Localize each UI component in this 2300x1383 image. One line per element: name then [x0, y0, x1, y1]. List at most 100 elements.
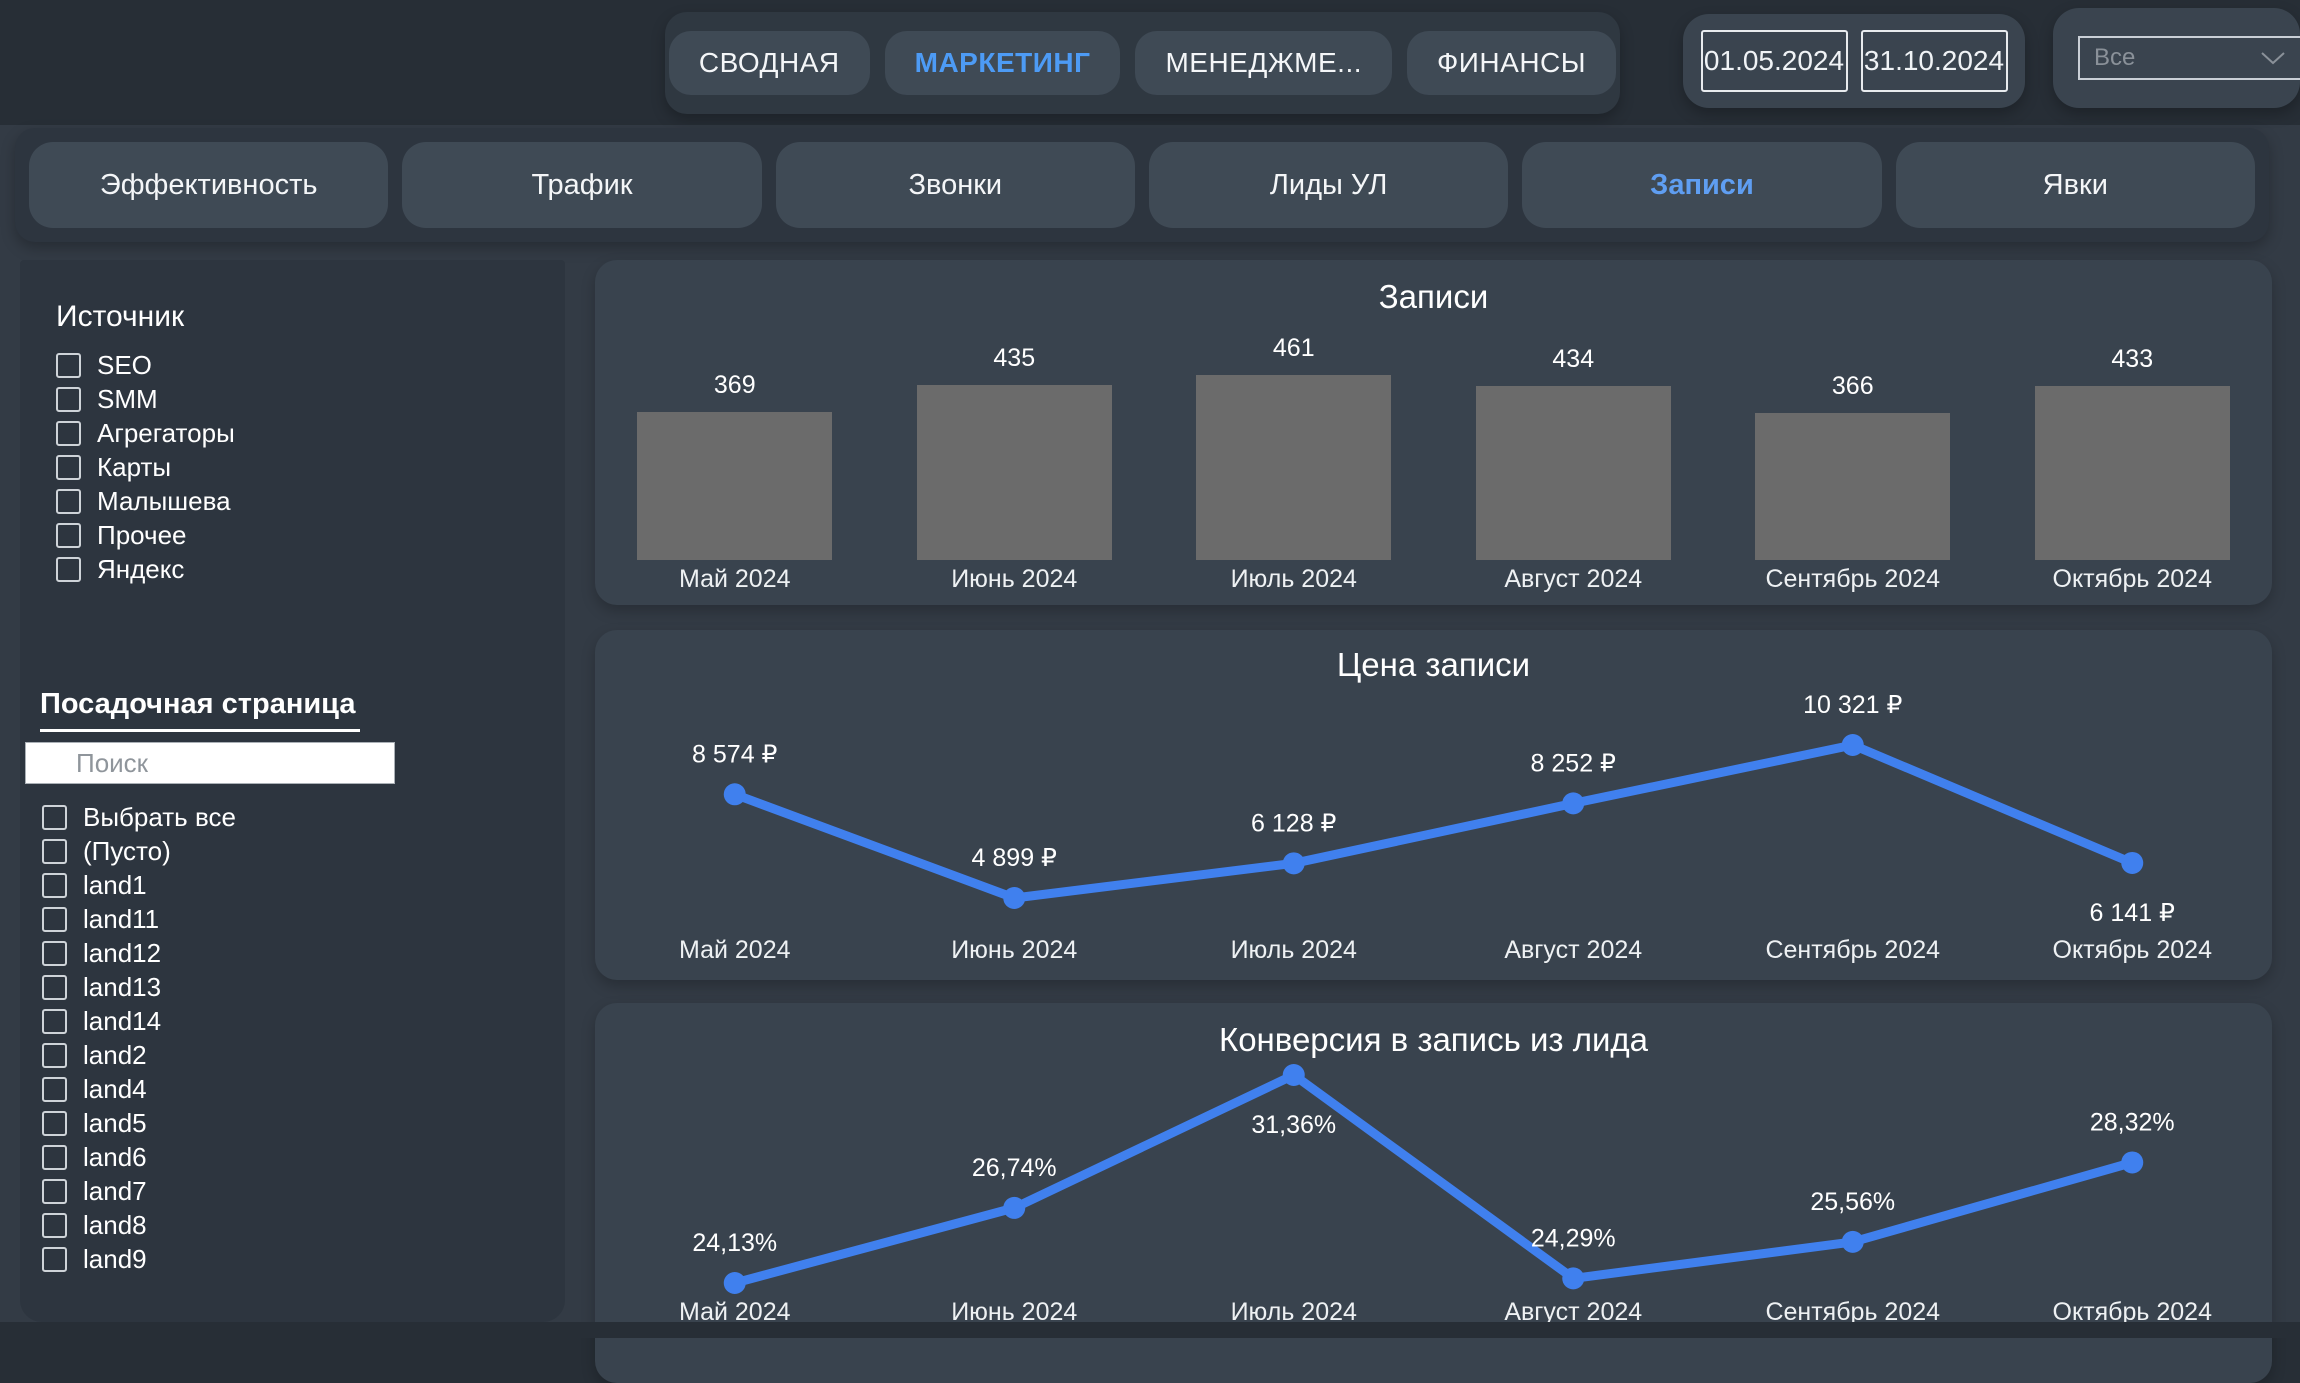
data-point[interactable]: [724, 783, 746, 805]
data-point[interactable]: [1562, 792, 1584, 814]
checkbox-label: land1: [83, 870, 147, 901]
checkbox-icon[interactable]: [42, 1077, 67, 1102]
filter-dropdown-value: Все: [2094, 44, 2135, 72]
data-point[interactable]: [2121, 1151, 2143, 1173]
x-axis-label: Июль 2024: [1154, 565, 1434, 594]
checkbox-row[interactable]: Малышева: [56, 484, 231, 518]
data-point[interactable]: [2121, 852, 2143, 874]
checkbox-icon[interactable]: [56, 421, 81, 446]
x-axis-labels: Май 2024Июнь 2024Июль 2024Август 2024Сен…: [595, 936, 2272, 965]
checkbox-icon[interactable]: [42, 1009, 67, 1034]
checkbox-row[interactable]: SEO: [56, 348, 152, 382]
checkbox-label: Яндекс: [97, 554, 184, 585]
point-data-label: 6 128 ₽: [1251, 809, 1337, 837]
date-from-input[interactable]: [1701, 30, 1848, 92]
data-point[interactable]: [1283, 1064, 1305, 1086]
checkbox-row[interactable]: Выбрать все: [42, 800, 236, 834]
checkbox-icon[interactable]: [56, 387, 81, 412]
point-data-label: 8 574 ₽: [692, 740, 778, 768]
x-axis-label: Октябрь 2024: [1993, 565, 2273, 594]
checkbox-row[interactable]: Прочее: [56, 518, 187, 552]
top-tab-2[interactable]: МАРКЕТИНГ: [885, 31, 1121, 95]
checkbox-icon[interactable]: [42, 805, 67, 830]
top-tab-1[interactable]: СВОДНАЯ: [669, 31, 870, 95]
data-point[interactable]: [1003, 887, 1025, 909]
data-point[interactable]: [1003, 1197, 1025, 1219]
checkbox-icon[interactable]: [42, 975, 67, 1000]
bar[interactable]: [2035, 386, 2230, 560]
checkbox-label: land8: [83, 1210, 147, 1241]
checkbox-label: land4: [83, 1074, 147, 1105]
bar-data-label: 433: [2111, 345, 2153, 374]
checkbox-row[interactable]: Яндекс: [56, 552, 184, 586]
point-data-label: 6 141 ₽: [2090, 899, 2176, 927]
checkbox-row[interactable]: land11: [42, 902, 159, 936]
x-axis-label: Август 2024: [1434, 936, 1714, 965]
point-data-label: 28,32%: [2090, 1108, 2175, 1136]
section-tab-3[interactable]: Звонки: [776, 142, 1135, 228]
chart-panel-records: Записи 369435461434366433 Май 2024Июнь 2…: [595, 260, 2272, 605]
checkbox-row[interactable]: land5: [42, 1106, 147, 1140]
checkbox-row[interactable]: SMM: [56, 382, 158, 416]
checkbox-icon[interactable]: [42, 907, 67, 932]
checkbox-row[interactable]: land8: [42, 1208, 147, 1242]
bar[interactable]: [1196, 375, 1391, 560]
checkbox-icon[interactable]: [56, 523, 81, 548]
checkbox-icon[interactable]: [42, 1043, 67, 1068]
checkbox-label: land2: [83, 1040, 147, 1071]
bar[interactable]: [1476, 386, 1671, 560]
bar-data-label: 369: [714, 371, 756, 400]
top-tab-4[interactable]: ФИНАНСЫ: [1407, 31, 1616, 95]
checkbox-row[interactable]: Агрегаторы: [56, 416, 235, 450]
checkbox-row[interactable]: land2: [42, 1038, 147, 1072]
section-tab-1[interactable]: Эффективность: [29, 142, 388, 228]
checkbox-row[interactable]: (Пусто): [42, 834, 171, 868]
point-data-label: 24,13%: [692, 1229, 777, 1257]
checkbox-row[interactable]: land7: [42, 1174, 147, 1208]
checkbox-icon[interactable]: [42, 839, 67, 864]
checkbox-row[interactable]: land4: [42, 1072, 147, 1106]
checkbox-row[interactable]: land12: [42, 936, 161, 970]
bar[interactable]: [917, 385, 1112, 560]
checkbox-icon[interactable]: [42, 941, 67, 966]
checkbox-icon[interactable]: [56, 353, 81, 378]
section-tab-row: ЭффективностьТрафикЗвонкиЛиды УЛЗаписиЯв…: [15, 128, 2269, 242]
bar[interactable]: [637, 412, 832, 560]
bar[interactable]: [1755, 413, 1950, 560]
checkbox-icon[interactable]: [56, 557, 81, 582]
checkbox-icon[interactable]: [42, 1179, 67, 1204]
checkbox-row[interactable]: land1: [42, 868, 147, 902]
landing-filter-title: Посадочная страница: [40, 688, 360, 732]
section-tab-6[interactable]: Явки: [1896, 142, 2255, 228]
checkbox-icon[interactable]: [42, 1213, 67, 1238]
line-plot-area: 8 574 ₽4 899 ₽6 128 ₽8 252 ₽10 321 ₽6 14…: [595, 630, 2272, 980]
data-point[interactable]: [1283, 852, 1305, 874]
checkbox-row[interactable]: land9: [42, 1242, 147, 1276]
checkbox-icon[interactable]: [42, 1247, 67, 1272]
checkbox-icon[interactable]: [56, 455, 81, 480]
point-data-label: 25,56%: [1810, 1188, 1895, 1216]
checkbox-row[interactable]: land13: [42, 970, 161, 1004]
checkbox-icon[interactable]: [56, 489, 81, 514]
checkbox-row[interactable]: Карты: [56, 450, 171, 484]
checkbox-icon[interactable]: [42, 873, 67, 898]
checkbox-icon[interactable]: [42, 1111, 67, 1136]
top-tab-3[interactable]: МЕНЕДЖМЕ...: [1135, 31, 1392, 95]
data-point[interactable]: [1562, 1267, 1584, 1289]
data-point[interactable]: [1842, 734, 1864, 756]
checkbox-label: land7: [83, 1176, 147, 1207]
data-point[interactable]: [1842, 1231, 1864, 1253]
data-point[interactable]: [724, 1272, 746, 1294]
checkbox-row[interactable]: land14: [42, 1004, 161, 1038]
checkbox-row[interactable]: land6: [42, 1140, 147, 1174]
section-tab-5[interactable]: Записи: [1522, 142, 1881, 228]
checkbox-icon[interactable]: [42, 1145, 67, 1170]
bottom-edge: [0, 1322, 2300, 1338]
section-tab-4[interactable]: Лиды УЛ: [1149, 142, 1508, 228]
filter-dropdown[interactable]: Все: [2078, 36, 2300, 80]
section-tab-2[interactable]: Трафик: [402, 142, 761, 228]
search-input[interactable]: [25, 742, 395, 784]
date-to-input[interactable]: [1861, 30, 2008, 92]
chart-panel-record-price: Цена записи 8 574 ₽4 899 ₽6 128 ₽8 252 ₽…: [595, 630, 2272, 980]
checkbox-label: SMM: [97, 384, 158, 415]
